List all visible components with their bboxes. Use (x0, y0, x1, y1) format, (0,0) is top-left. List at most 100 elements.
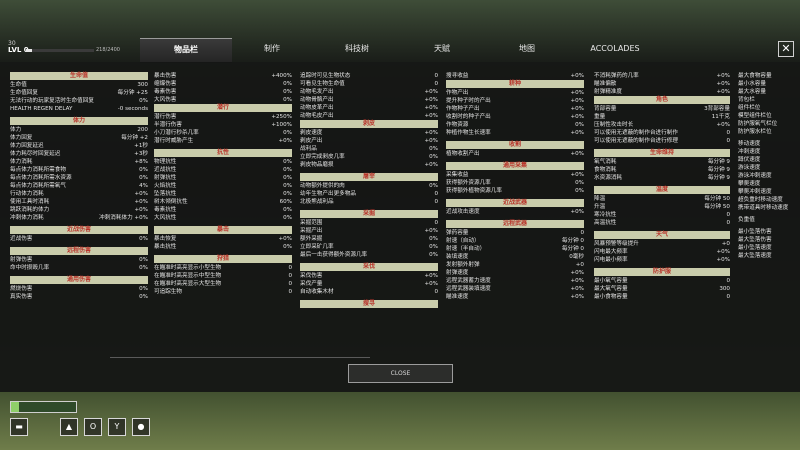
stat-value: 0% (429, 252, 438, 258)
stat-label: 最小氧气容量 (594, 278, 628, 284)
stat-value: 每分钟 +25 (117, 90, 148, 96)
stat-value: 0% (575, 188, 584, 194)
tab-map[interactable]: 地图 (482, 38, 572, 62)
section-header: 远程武器 (446, 220, 584, 228)
tab-tech-tree[interactable]: 科技树 (312, 38, 402, 62)
stat-row: 额外采掘 0% (300, 235, 438, 243)
stat-row: 毒素伤害 0% (154, 88, 292, 96)
stat-row: 剥皮速度 +0% (300, 129, 438, 137)
stat-label: 树木倾倒抗性 (154, 199, 188, 205)
stat-row: 大风伤害 0% (154, 96, 292, 104)
stat-row: 体力 200 (10, 126, 148, 134)
stat-row: 射速（半自动） 每分钟 0 (446, 245, 584, 253)
stat-row: 最大坠落速度 (738, 252, 794, 260)
stat-value: +0% (570, 114, 584, 120)
stat-value: 0% (429, 236, 438, 242)
stat-label: 射弹伤害 (10, 257, 33, 263)
tab-crafting[interactable]: 制作 (232, 38, 312, 62)
stat-row: 攀爬冲刺速度 (738, 188, 794, 196)
stat-label: 近战伤害 (10, 236, 33, 242)
stat-row: 获得额外资源几率 0% (446, 179, 584, 187)
tab-talents[interactable]: 天赋 (402, 38, 482, 62)
stat-label: 最小坠落速度 (738, 245, 772, 251)
stat-row: 游泳速度 (738, 164, 794, 172)
stat-label: 体力消耗 (10, 159, 33, 165)
section-header: 防护服 (594, 268, 730, 276)
stat-value: +0% (424, 162, 438, 168)
stat-label: 使用工具时消耗 (10, 199, 50, 205)
close-x-icon[interactable]: ✕ (778, 41, 794, 57)
scrollbar-track[interactable] (110, 357, 370, 358)
stat-row: 追踪时可见生物状态 0 (300, 72, 438, 80)
stat-row: 暴击伤害 +400% (154, 72, 292, 80)
stat-value: 0 (434, 191, 438, 197)
stat-value: 0 (288, 265, 292, 271)
stat-label: 压制性攻击时长 (594, 122, 634, 128)
oxygen-icon: O (84, 418, 102, 436)
stat-row: 背部容量 3背部容量 (594, 105, 730, 113)
tab-inventory[interactable]: 物品栏 (140, 38, 232, 63)
stat-value: 0% (429, 146, 438, 152)
stat-value: +0% (716, 257, 730, 263)
stat-value: +100% (271, 122, 292, 128)
stat-value: -0 seconds (117, 106, 148, 112)
water-icon: ● (132, 418, 150, 436)
stat-value: 0% (283, 130, 292, 136)
stat-label: 每点体力消耗所需食物 (10, 167, 66, 173)
stat-label: 降温 (594, 196, 606, 202)
stat-value: +0% (570, 130, 584, 136)
stat-row: 体力回复延迟 +1秒 (10, 142, 148, 150)
stat-label: HEALTH REGEN DELAY (10, 106, 73, 112)
stat-row: 跳跃消耗的体力 +0% (10, 206, 148, 214)
stat-row: 剥皮产出 +0% (300, 137, 438, 145)
stat-value: +0% (424, 130, 438, 136)
health-bar (10, 401, 77, 413)
stat-label: 无法行动的玩家复活时生命值回复 (10, 98, 94, 104)
close-button[interactable]: CLOSE (348, 364, 453, 383)
stat-value: 0 (726, 138, 730, 144)
stat-label: 追踪时可见生物状态 (300, 73, 351, 79)
stat-row: 在瞄准时高亮显示小型生物 0 (154, 264, 292, 272)
stat-label: 最小食物容量 (594, 294, 628, 300)
stat-row: 采伐伤害 +0% (300, 272, 438, 280)
stat-label: 瞄准速度 (446, 294, 469, 300)
stat-value: 0% (283, 97, 292, 103)
stat-row: 近战攻击速度 +0% (446, 208, 584, 216)
stat-label: 模型组件栏位 (738, 113, 772, 119)
stat-row: 最大坠落伤害 (738, 236, 794, 244)
stat-value: 0% (139, 167, 148, 173)
stat-row: 采掘范围 0 (300, 219, 438, 227)
stat-label: 攀爬速度 (738, 181, 761, 187)
stat-label: 额外采掘 (300, 236, 323, 242)
stat-value: 每分钟 9 (707, 167, 730, 173)
stat-value: +1秒 (134, 143, 148, 149)
stat-row: 生命值回复 每分钟 +25 (10, 89, 148, 97)
stat-label: 幼年生物产出更多物品 (300, 191, 356, 197)
stat-row: 动物毛皮产出 +0% (300, 112, 438, 120)
stat-value: 0% (139, 265, 148, 271)
stat-value: 0 (288, 273, 292, 279)
stat-row: 作物产出 +0% (446, 89, 584, 97)
stat-value: +0% (570, 98, 584, 104)
stat-row: 压制性攻击时长 +0% (594, 121, 730, 129)
tab-accolades[interactable]: ACCOLADES (572, 38, 658, 62)
stats-column: 最大食物容量 最小水容量 最大水容量 背包栏 组件栏位 模型组件栏位 防护服氧气栏位 防护服水… (738, 72, 794, 260)
stat-row: 自动收集木材 0 (300, 288, 438, 296)
stat-label: 作物种子产出 (446, 106, 480, 112)
stat-value: +0% (278, 138, 292, 144)
stat-label: 在瞄准时高亮显示小型生物 (154, 265, 222, 271)
stat-value: 300 (719, 286, 730, 292)
stat-label: 行动体力消耗 (10, 191, 44, 197)
stat-value: +0% (424, 89, 438, 95)
stat-row: 可看见生物生命值 0 (300, 80, 438, 88)
stat-value: 0% (283, 159, 292, 165)
stat-label: 采伐产量 (300, 281, 323, 287)
stat-value: +0% (570, 151, 584, 157)
stat-label: 潜行伤害 (154, 114, 177, 120)
stat-label: 命中时损毁几率 (10, 265, 50, 271)
stat-value: 每分钟 50 (704, 204, 730, 210)
stat-label: 跳跃消耗的体力 (10, 207, 50, 213)
stat-row: 攀爬速度 (738, 180, 794, 188)
stat-value: 每分钟 +2 (121, 135, 148, 141)
stat-row: 高温抗性 0 (594, 219, 730, 227)
